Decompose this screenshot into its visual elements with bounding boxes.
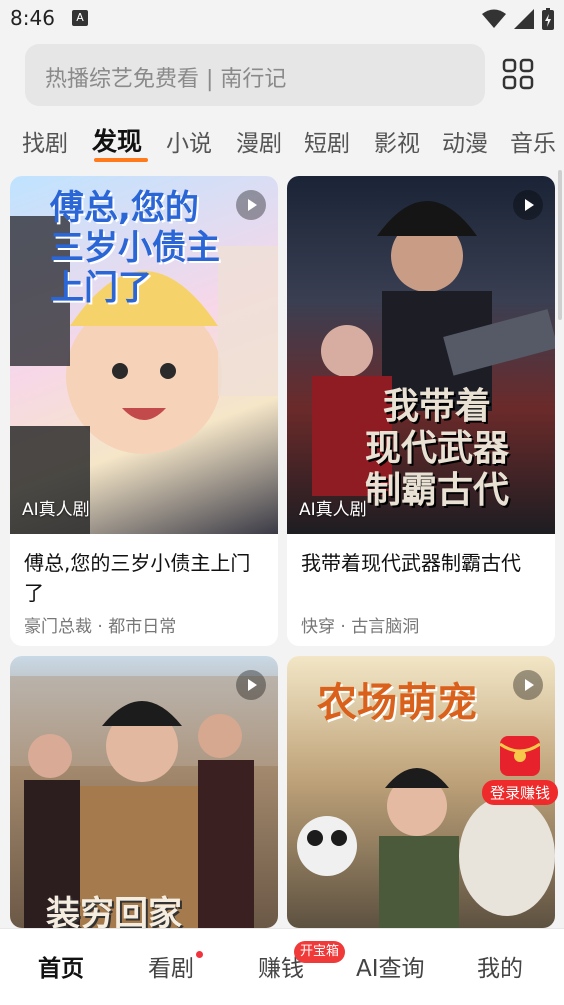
active-tab-indicator <box>94 158 148 162</box>
cover-title-text: 我带着 现代武器 制霸古代 <box>364 386 509 511</box>
new-dot-indicator <box>196 951 203 958</box>
card-title: 傅总,您的三岁小债主上门了 <box>24 551 251 605</box>
card-tag: AI真人剧 <box>22 500 90 520</box>
drama-cover: 傅总,您的 三岁小债主 上门了 AI真人剧 <box>10 176 278 534</box>
play-icon <box>236 670 266 700</box>
status-bar: 8:46 A <box>0 0 564 38</box>
cover-title-text: 装穷回家 <box>46 894 182 928</box>
drama-card[interactable]: 傅总,您的 三岁小债主 上门了 AI真人剧 傅总,您的三岁小债主上门了 豪门总裁… <box>10 176 278 646</box>
tab-discover[interactable]: 发现 <box>92 122 142 158</box>
drama-card[interactable]: 装穷回家 <box>10 656 278 928</box>
tab-music[interactable]: 音乐 <box>510 124 556 158</box>
wifi-icon <box>482 9 506 28</box>
scrollbar[interactable] <box>558 170 562 320</box>
search-bar[interactable]: 热播综艺免费看 | 南行记 <box>25 44 485 106</box>
red-packet-icon[interactable] <box>499 736 541 776</box>
tab-short-drama[interactable]: 短剧 <box>304 124 350 158</box>
nav-ai-search[interactable]: AI查询 <box>356 949 425 983</box>
card-tag: AI真人剧 <box>299 500 367 520</box>
tab-comic-drama[interactable]: 漫剧 <box>236 124 282 158</box>
card-meta: 豪门总裁 · 都市日常 <box>24 617 177 637</box>
cover-title-text: 农场萌宠 <box>317 680 477 726</box>
drama-card[interactable]: 我带着 现代武器 制霸古代 AI真人剧 我带着现代武器制霸古代 快穿 · 古言脑… <box>287 176 555 646</box>
nav-watch[interactable]: 看剧 <box>148 949 194 983</box>
category-tabs: 找剧 发现 小说 漫剧 短剧 影视 动漫 音乐 <box>0 116 564 166</box>
tab-novel[interactable]: 小说 <box>166 124 212 158</box>
notification-icon: A <box>72 10 88 26</box>
drama-cover: 我带着 现代武器 制霸古代 AI真人剧 <box>287 176 555 534</box>
nav-home[interactable]: 首页 <box>38 949 84 983</box>
search-placeholder: 热播综艺免费看 | 南行记 <box>45 67 287 92</box>
status-time: 8:46 <box>10 6 55 30</box>
nav-mine[interactable]: 我的 <box>477 949 523 983</box>
card-title: 我带着现代武器制霸古代 <box>301 551 521 575</box>
play-icon <box>513 670 543 700</box>
category-grid-icon[interactable] <box>500 56 538 94</box>
battery-icon <box>542 8 554 30</box>
login-earn-badge[interactable]: 登录赚钱 <box>482 780 559 805</box>
bottom-nav: 首页 看剧 赚钱 开宝箱 AI查询 我的 <box>0 928 564 1005</box>
play-icon <box>236 190 266 220</box>
tab-anime[interactable]: 动漫 <box>442 124 488 158</box>
treasure-box-badge: 开宝箱 <box>294 941 346 963</box>
play-icon <box>513 190 543 220</box>
drama-cover: 装穷回家 <box>10 656 278 928</box>
signal-icon <box>514 9 534 29</box>
status-icons <box>482 8 554 30</box>
card-meta: 快穿 · 古言脑洞 <box>301 617 420 637</box>
tab-find-drama[interactable]: 找剧 <box>22 124 68 158</box>
tab-movies[interactable]: 影视 <box>374 124 420 158</box>
cover-title-text: 傅总,您的 三岁小债主 上门了 <box>50 188 220 308</box>
